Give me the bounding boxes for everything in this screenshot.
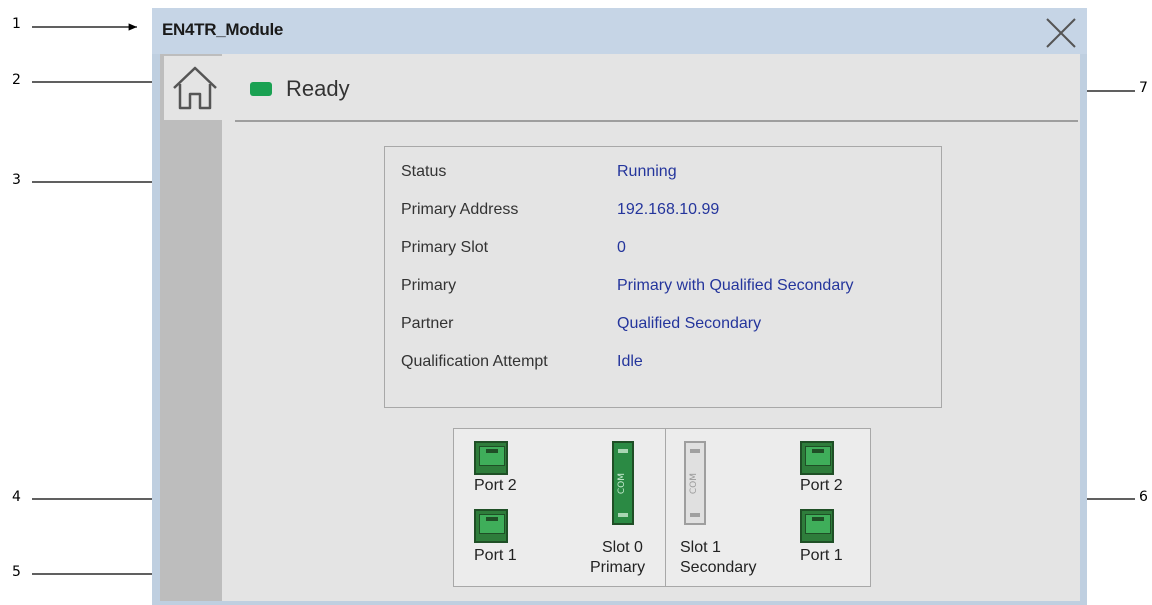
row-label: Status bbox=[401, 163, 447, 180]
window-title: EN4TR_Module bbox=[162, 20, 284, 39]
row-label: Primary bbox=[401, 277, 457, 294]
slot-divider bbox=[665, 429, 666, 586]
secondary-port-1[interactable] bbox=[800, 509, 834, 543]
callout-6: 6 bbox=[1139, 489, 1148, 505]
com-bar bbox=[690, 513, 700, 517]
status-led bbox=[250, 82, 272, 96]
secondary-slot-label: Slot 1 bbox=[680, 539, 721, 556]
secondary-port-2[interactable] bbox=[800, 441, 834, 475]
primary-slot-label: Slot 0 bbox=[602, 539, 643, 556]
row-label: Primary Slot bbox=[401, 239, 489, 256]
com-bar bbox=[618, 513, 628, 517]
primary-port-1-label: Port 1 bbox=[474, 547, 517, 564]
row-value: 0 bbox=[617, 239, 626, 256]
tab-sidebar bbox=[160, 54, 222, 601]
close-icon bbox=[1046, 18, 1076, 48]
callout-2: 2 bbox=[12, 72, 21, 88]
status-text: Ready bbox=[286, 76, 350, 101]
ethernet-port-icon bbox=[479, 446, 505, 466]
module-diagram: Port 2 Port 1 COM Slot 0 Primary COM Slo… bbox=[453, 428, 871, 587]
primary-role-label: Primary bbox=[590, 559, 646, 576]
ethernet-port-icon bbox=[805, 514, 831, 534]
title-bar: EN4TR_Module bbox=[152, 8, 1087, 54]
faceplate-content: Ready Status Running Primary Address 192… bbox=[160, 54, 1080, 601]
row-label: Partner bbox=[401, 315, 454, 332]
primary-com-module[interactable]: COM bbox=[612, 441, 634, 525]
ethernet-port-icon bbox=[479, 514, 505, 534]
ethernet-port-icon bbox=[805, 446, 831, 466]
row-value: Running bbox=[617, 163, 677, 180]
secondary-com-module[interactable]: COM bbox=[684, 441, 706, 525]
primary-slot-row: Primary Slot 0 bbox=[401, 239, 931, 259]
secondary-port-2-label: Port 2 bbox=[800, 477, 843, 494]
header-divider bbox=[235, 120, 1078, 122]
close-button[interactable] bbox=[1042, 16, 1080, 50]
tab-home[interactable] bbox=[164, 56, 226, 120]
row-value: Qualified Secondary bbox=[617, 315, 762, 332]
primary-row: Primary Primary with Qualified Secondary bbox=[401, 277, 931, 297]
row-value: Primary with Qualified Secondary bbox=[617, 277, 854, 294]
status-row: Status Running bbox=[401, 163, 931, 183]
callout-5: 5 bbox=[12, 564, 21, 580]
primary-address-row: Primary Address 192.168.10.99 bbox=[401, 201, 931, 221]
partner-row: Partner Qualified Secondary bbox=[401, 315, 931, 335]
callout-3: 3 bbox=[12, 172, 21, 188]
row-value: Idle bbox=[617, 353, 643, 370]
row-value: 192.168.10.99 bbox=[617, 201, 720, 218]
callout-7: 7 bbox=[1139, 80, 1148, 96]
row-label: Qualification Attempt bbox=[401, 353, 548, 370]
secondary-port-1-label: Port 1 bbox=[800, 547, 843, 564]
secondary-role-label: Secondary bbox=[680, 559, 757, 576]
qualification-attempt-row: Qualification Attempt Idle bbox=[401, 353, 931, 373]
com-label: COM bbox=[617, 473, 627, 495]
callout-1: 1 bbox=[12, 16, 21, 32]
com-label: COM bbox=[689, 473, 699, 495]
status-panel: Status Running Primary Address 192.168.1… bbox=[384, 146, 942, 408]
primary-port-2-label: Port 2 bbox=[474, 477, 517, 494]
row-label: Primary Address bbox=[401, 201, 519, 218]
com-bar bbox=[618, 449, 628, 453]
primary-port-1[interactable] bbox=[474, 509, 508, 543]
callout-4: 4 bbox=[12, 489, 21, 505]
primary-port-2[interactable] bbox=[474, 441, 508, 475]
com-bar bbox=[690, 449, 700, 453]
home-icon bbox=[173, 66, 217, 110]
faceplate-window: EN4TR_Module Ready Status Running Primar… bbox=[152, 8, 1087, 605]
